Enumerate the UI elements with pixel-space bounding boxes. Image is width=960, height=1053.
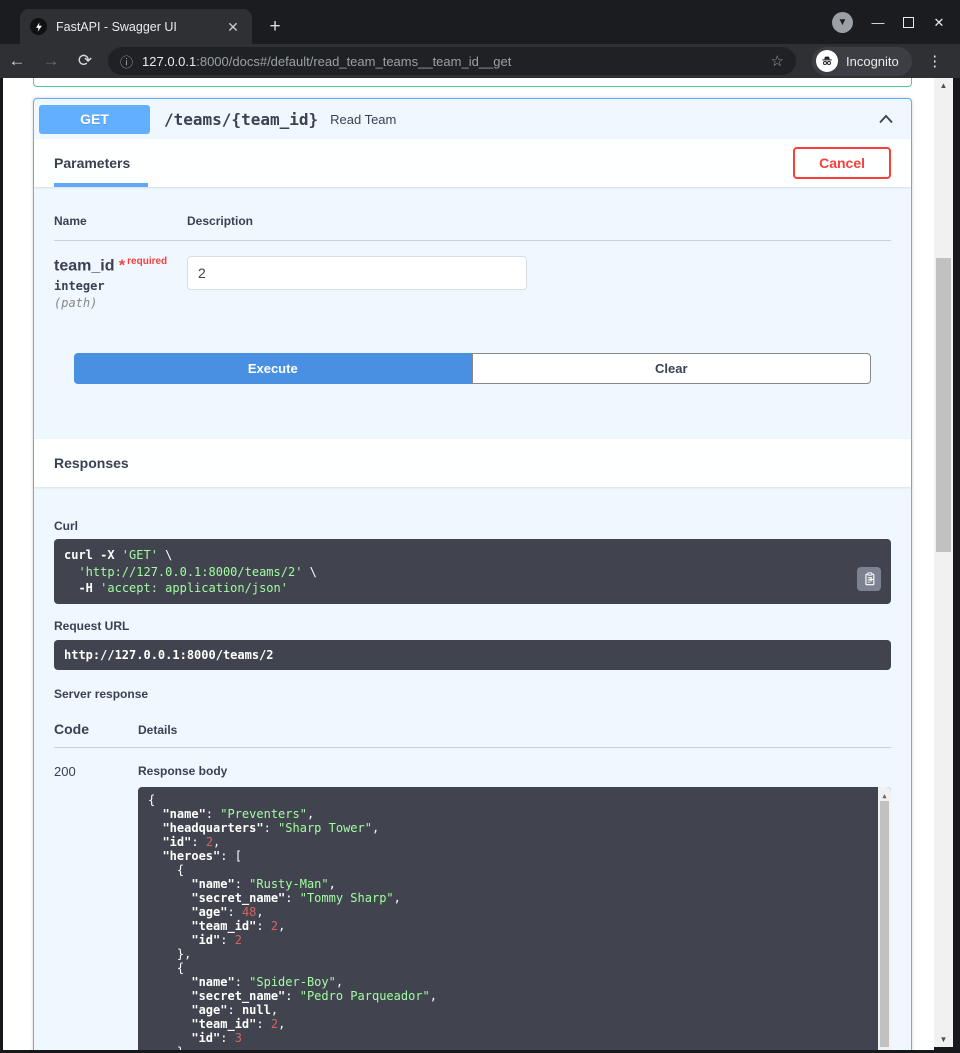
endpoint-summary: Read Team	[330, 112, 872, 127]
column-header-details: Details	[138, 723, 177, 737]
collapse-chevron-icon[interactable]	[872, 105, 900, 133]
opblock-get-team: GET /teams/{team_id} Read Team Parameter…	[33, 98, 912, 1050]
request-url-label: Request URL	[54, 619, 891, 633]
parameters-tab-underline	[54, 183, 148, 187]
param-row-team-id: team_id *required integer (path)	[54, 241, 891, 310]
curl-code-block: curl -X 'GET' \ 'http://127.0.0.1:8000/t…	[54, 539, 891, 604]
parameters-section-header: Parameters Cancel	[34, 139, 911, 187]
back-icon[interactable]: ←	[0, 51, 34, 71]
responses-title: Responses	[54, 455, 129, 471]
minimize-button[interactable]: —	[869, 15, 887, 30]
status-code: 200	[54, 764, 138, 1050]
browser-menu-icon[interactable]: ⋮	[924, 52, 946, 70]
required-star: *	[119, 257, 125, 274]
server-response-label: Server response	[54, 687, 891, 701]
incognito-badge: Incognito	[812, 47, 912, 76]
column-header-name: Name	[54, 214, 187, 228]
response-row-200: 200 Response body ▲ { "name": "Preventer…	[54, 764, 891, 1050]
fastapi-favicon	[30, 18, 47, 35]
page-scrollbar-down-icon[interactable]: ▼	[934, 1035, 953, 1044]
opblock-header[interactable]: GET /teams/{team_id} Read Team	[34, 99, 911, 139]
browser-tab[interactable]: FastAPI - Swagger UI ✕	[20, 9, 252, 44]
tab-close-icon[interactable]: ✕	[224, 18, 242, 36]
forward-icon[interactable]: →	[34, 51, 68, 71]
page-scrollbar-thumb[interactable]	[936, 258, 951, 552]
tab-parameters[interactable]: Parameters	[54, 155, 130, 171]
reload-icon[interactable]: ⟳	[68, 51, 102, 71]
parameters-body: Name Description team_id *required integ…	[34, 187, 911, 409]
tab-search-icon[interactable]: ▼	[832, 12, 853, 33]
execute-button-group: Execute Clear	[54, 310, 891, 409]
response-scrollbar-thumb[interactable]	[880, 801, 889, 1047]
endpoint-path: /teams/{team_id}	[164, 110, 318, 129]
param-type: integer	[54, 279, 187, 293]
browser-titlebar: FastAPI - Swagger UI ✕ + ▼ — ✕	[0, 0, 960, 44]
response-body-code: ▲ { "name": "Preventers", "headquarters"…	[138, 787, 891, 1050]
maximize-button[interactable]	[903, 17, 914, 28]
code-details-header: Code Details	[54, 721, 891, 748]
cancel-button[interactable]: Cancel	[793, 147, 891, 179]
column-header-code: Code	[54, 721, 138, 737]
column-header-description: Description	[187, 214, 253, 228]
response-body-scrollbar[interactable]: ▲	[878, 787, 891, 1050]
previous-post-block-edge	[33, 78, 912, 87]
swagger-page: GET /teams/{team_id} Read Team Parameter…	[3, 78, 934, 1050]
execute-button[interactable]: Execute	[74, 353, 472, 384]
clear-button[interactable]: Clear	[472, 353, 872, 384]
url-text: 127.0.0.1:8000/docs#/default/read_team_t…	[142, 54, 763, 69]
browser-toolbar: ← → ⟳ ⓘ 127.0.0.1:8000/docs#/default/rea…	[0, 44, 960, 78]
tab-title: FastAPI - Swagger UI	[56, 20, 224, 34]
responses-body: Curl curl -X 'GET' \ 'http://127.0.0.1:8…	[34, 487, 911, 1050]
response-body-label: Response body	[138, 764, 891, 778]
request-url-value: http://127.0.0.1:8000/teams/2	[54, 640, 891, 670]
param-name: team_id *required	[54, 256, 187, 275]
incognito-icon	[816, 50, 838, 72]
page-scrollbar[interactable]: ▲ ▼	[934, 78, 953, 1047]
address-bar[interactable]: ⓘ 127.0.0.1:8000/docs#/default/read_team…	[108, 47, 796, 75]
http-method-badge: GET	[39, 105, 150, 134]
incognito-label: Incognito	[846, 54, 899, 69]
close-window-button[interactable]: ✕	[930, 15, 948, 31]
page-scrollbar-up-icon[interactable]: ▲	[934, 81, 953, 90]
site-info-icon[interactable]: ⓘ	[120, 52, 133, 71]
responses-section-header: Responses	[34, 439, 911, 487]
param-location: (path)	[54, 296, 187, 310]
required-label: required	[127, 256, 167, 267]
curl-label: Curl	[54, 519, 891, 533]
copy-to-clipboard-button[interactable]	[857, 567, 881, 591]
new-tab-button[interactable]: +	[262, 14, 288, 40]
bookmark-star-icon[interactable]: ☆	[771, 52, 784, 70]
team-id-input[interactable]	[187, 256, 527, 290]
